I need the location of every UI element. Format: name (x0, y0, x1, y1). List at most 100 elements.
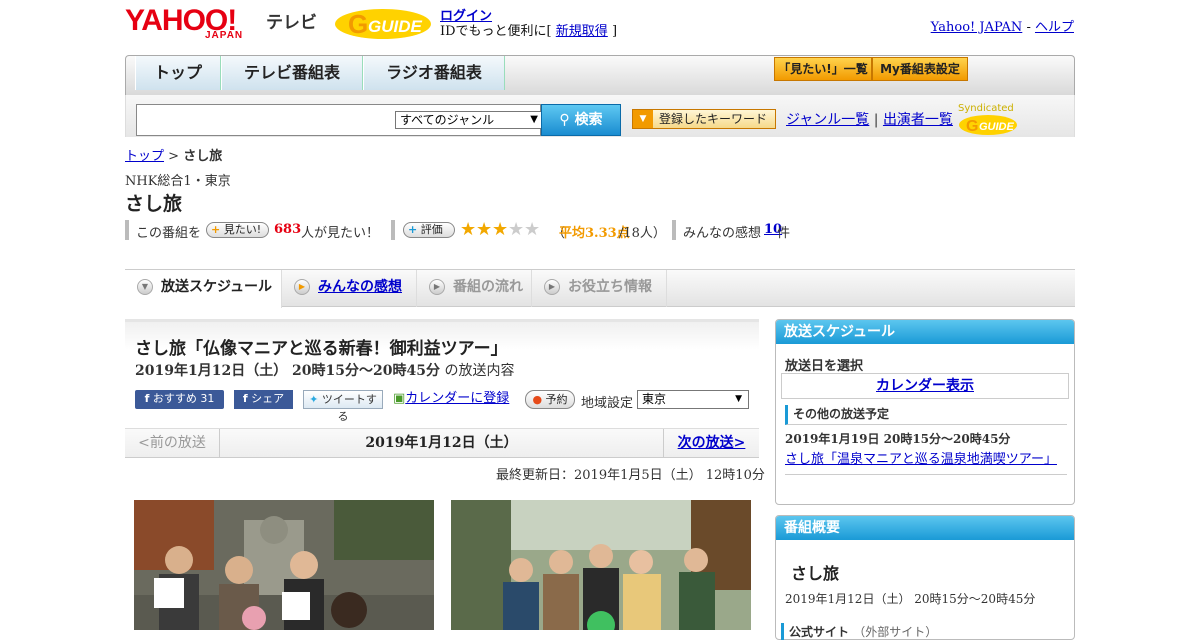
summary-program-title: さし旅 (791, 564, 840, 583)
recommend-button[interactable]: f おすすめ 31 (135, 390, 224, 409)
nav-tab-radio[interactable]: ラジオ番組表 (363, 56, 505, 90)
channel-label: NHK総合1・東京 (125, 174, 231, 189)
tab-flow[interactable]: ▶ 番組の流れ (417, 270, 532, 307)
last-updated: 最終更新日：2019年1月5日（土） 12時10分 (496, 468, 765, 483)
calendar-display-box: カレンダー表示 (781, 373, 1069, 399)
schedule-panel: 放送スケジュール 放送日を選択 カレンダー表示 その他の放送予定 2019年1月… (775, 319, 1075, 505)
official-site-heading: 公式サイト （外部サイト） (781, 623, 937, 640)
tab-reviews[interactable]: ▶ みんなの感想 (282, 270, 417, 307)
yahoo-japan-link[interactable]: Yahoo! JAPAN (931, 20, 1023, 35)
want-button[interactable]: + 見たい! (206, 222, 269, 238)
link-separator: | (873, 112, 879, 128)
region-select-value: 東京 (642, 392, 667, 406)
breadcrumb: トップ > さし旅 (125, 145, 222, 164)
keyword-button[interactable]: ▼ 登録したキーワード (632, 109, 776, 129)
episode-header: さし旅「仏像マニアと巡る新春！御利益ツアー」 2019年1月12日（土） 20時… (125, 319, 759, 423)
page-title: さし旅 (125, 193, 183, 215)
want-suffix: 人が見たい！ (301, 226, 380, 241)
rate-button-label: 評価 (420, 223, 443, 236)
facebook-icon: f (242, 392, 248, 405)
prev-broadcast: <前の放送 (125, 429, 220, 457)
svg-text:GUIDE: GUIDE (368, 17, 423, 36)
rate-button[interactable]: + 評価 (403, 222, 455, 238)
summary-date: 2019年1月12日（土） 20時15分～20時45分 (785, 592, 1036, 606)
genre-select-value: すべてのジャンル (400, 113, 495, 127)
want-button-label: 見たい! (223, 223, 262, 236)
tab-info[interactable]: ▶ お役立ち情報 (532, 270, 667, 307)
yahoo-japan-logo[interactable]: YAHOO! JAPAN (125, 6, 261, 42)
svg-text:G: G (966, 118, 978, 135)
breadcrumb-sep: > (168, 149, 180, 164)
search-button[interactable]: ⚲ 検索 (541, 104, 621, 136)
service-label: テレビ (266, 13, 317, 33)
chevron-down-icon: ▼ (137, 279, 153, 295)
twitter-icon: ✦ (309, 393, 319, 406)
summary-panel: 番組概要 さし旅 2019年1月12日（土） 20時15分～20時45分 公式サ… (775, 515, 1075, 640)
schedule-panel-title: 放送スケジュール (776, 320, 1074, 344)
genre-select[interactable]: すべてのジャンル ▼ (395, 111, 543, 129)
official-site-note: （外部サイト） (853, 625, 938, 639)
register-link[interactable]: 新規取得 (556, 24, 608, 39)
star-filled-icon: ★ (460, 219, 477, 240)
play-icon: ▶ (429, 279, 445, 295)
play-icon: ▶ (544, 279, 560, 295)
search-icon: ⚲ (559, 112, 570, 128)
gguide-small-logo: G GUIDE (959, 115, 1017, 135)
episode-photo-2 (451, 500, 751, 630)
other-broadcast-link[interactable]: さし旅「温泉マニアと巡る温泉地満喫ツアー」 (785, 448, 1057, 467)
play-icon: ▶ (294, 279, 310, 295)
episode-photo-1 (134, 500, 434, 630)
mitai-list-button[interactable]: 「見たい!」一覧 (774, 57, 872, 81)
other-broadcast-date: 2019年1月19日 20時15分～20時45分 (785, 432, 1011, 446)
next-broadcast-cell: 次の放送> (663, 429, 759, 457)
calendar-display-link[interactable]: カレンダー表示 (876, 378, 974, 394)
help-link[interactable]: ヘルプ (1035, 20, 1074, 35)
tab-flow-label: 番組の流れ (453, 279, 523, 295)
tweet-label: ツイートする (321, 393, 377, 423)
reserve-label: 予約 (545, 393, 568, 406)
svg-text:G: G (348, 9, 368, 39)
top-links: Yahoo! JAPAN - ヘルプ (931, 16, 1074, 35)
tab-schedule-label: 放送スケジュール (161, 279, 273, 295)
episode-title: さし旅「仏像マニアと巡る新春！御利益ツアー」 (135, 339, 508, 359)
chevron-down-icon: ▼ (735, 394, 742, 404)
star-filled-icon: ★ (476, 219, 493, 240)
episode-date: 2019年1月12日（土） 20時15分～20時45分 の放送内容 (135, 360, 514, 380)
breadcrumb-top-link[interactable]: トップ (125, 149, 164, 164)
logo-sub: JAPAN (205, 30, 244, 41)
tab-schedule[interactable]: ▼ 放送スケジュール (125, 270, 282, 308)
performer-list-link[interactable]: 出演者一覧 (883, 112, 953, 128)
gguide-logo: G GUIDE (334, 6, 432, 40)
link-separator: - (1026, 20, 1031, 35)
login-close-bracket: ] (611, 24, 618, 39)
next-broadcast-link[interactable]: 次の放送> (678, 435, 746, 451)
tab-info-label: お役立ち情報 (568, 279, 652, 295)
program-info-bar: この番組を + 見たい! 683 人が見たい！ + 評価 ★ ★ ★ ★ ★ （ 平均3… (125, 220, 825, 242)
share-button[interactable]: f シェア (234, 390, 293, 409)
search-input[interactable]: すべてのジャンル ▼ (136, 104, 543, 136)
plus-icon: + (408, 223, 418, 236)
syndicated-gguide: Syndicated G GUIDE (958, 103, 1074, 136)
main-nav: トップ テレビ番組表 ラジオ番組表 「見たい!」一覧 My番組表設定 (125, 55, 1075, 100)
nav-tab-tv[interactable]: テレビ番組表 (221, 56, 363, 90)
search-button-label: 検索 (574, 112, 603, 128)
nav-tab-top[interactable]: トップ (135, 56, 221, 90)
genre-list-link[interactable]: ジャンル一覧 (786, 112, 869, 128)
region-select[interactable]: 東京 ▼ (637, 390, 749, 409)
my-guide-button[interactable]: My番組表設定 (872, 57, 968, 81)
star-empty-icon: ★ (508, 219, 525, 240)
dropdown-arrow-icon: ▼ (633, 110, 653, 128)
current-broadcast-date: 2019年1月12日（土） (365, 435, 518, 451)
record-icon: ● (532, 393, 543, 406)
episode-nav: <前の放送 2019年1月12日（土） 次の放送> (125, 428, 759, 458)
divider (672, 220, 676, 240)
calendar-register[interactable]: ▣カレンダーに登録 (393, 390, 517, 409)
calendar-register-link: カレンダーに登録 (405, 391, 510, 406)
summary-panel-title: 番組概要 (776, 516, 1074, 540)
login-prompt: IDでもっと便利に[ 新規取得 ] (440, 20, 617, 39)
tab-reviews-label[interactable]: みんなの感想 (318, 279, 402, 295)
star-filled-icon: ★ (492, 219, 509, 240)
reserve-button[interactable]: ● 予約 (525, 390, 575, 409)
tweet-button[interactable]: ✦ ツイートする (303, 390, 383, 423)
select-date-label: 放送日を選択 (785, 359, 864, 374)
